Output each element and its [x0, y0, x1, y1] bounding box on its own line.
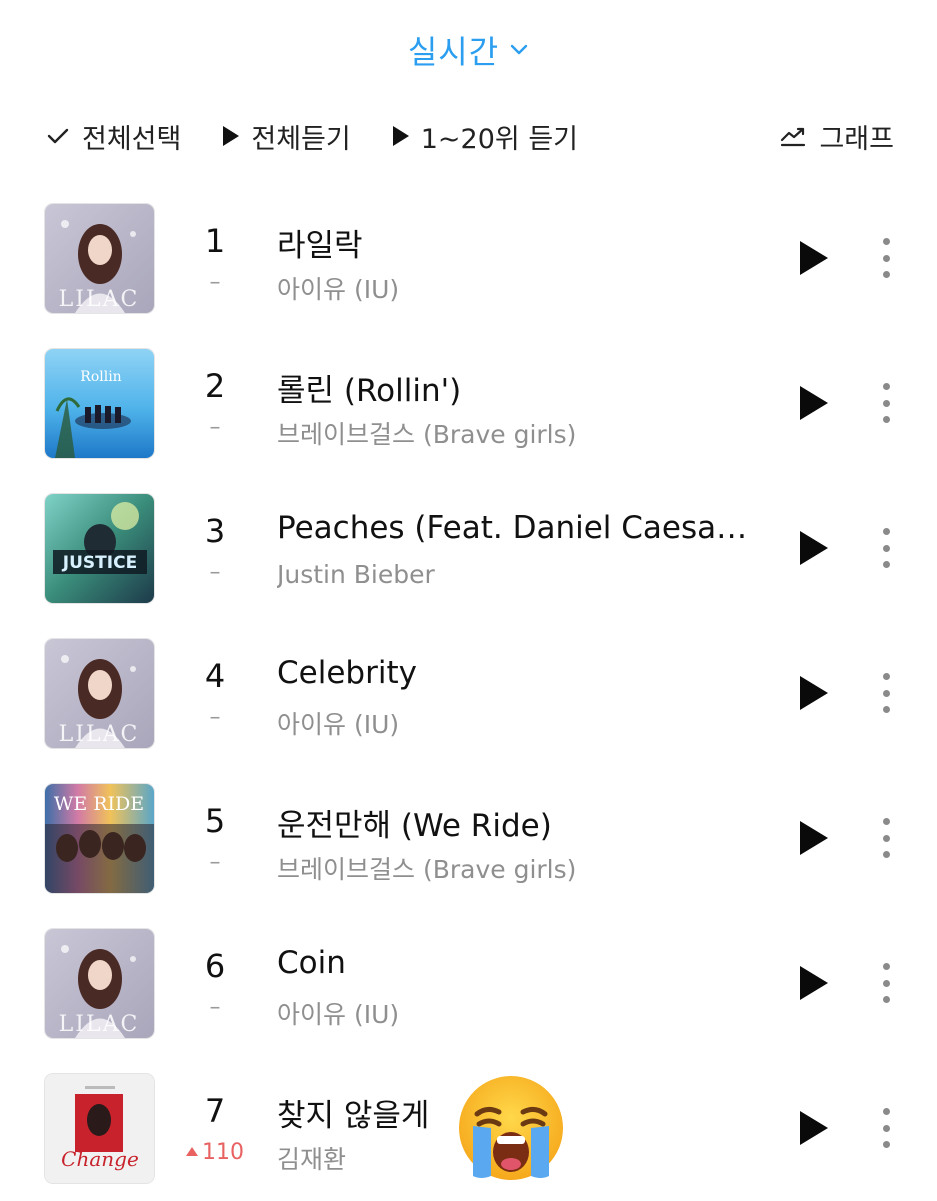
album-art-justice[interactable]: JUSTICE	[45, 494, 154, 603]
play-icon	[392, 126, 409, 146]
play-icon[interactable]	[800, 966, 828, 1000]
rank-change: 110	[180, 1140, 250, 1165]
song-artist[interactable]: Justin Bieber	[277, 560, 757, 589]
album-art-lilac[interactable]: LILAC	[45, 639, 154, 748]
play-icon	[223, 126, 240, 146]
rank-change: –	[209, 705, 221, 730]
album-art-text: JUSTICE	[62, 553, 137, 573]
rank-change: –	[209, 270, 221, 295]
rank-number: 4	[204, 657, 226, 695]
song-title[interactable]: Peaches (Feat. Daniel Caesar…	[277, 510, 757, 546]
rank-number: 1	[204, 222, 226, 260]
song-row[interactable]: LILAC 6 – Coin 아이유 (IU)	[0, 911, 937, 1056]
more-options-icon[interactable]	[872, 238, 900, 278]
select-all-label: 전체선택	[82, 123, 182, 155]
play-icon[interactable]	[800, 386, 828, 420]
song-title[interactable]: 운전만해 (We Ride)	[277, 800, 757, 845]
album-art-text: Change	[61, 1147, 139, 1171]
more-options-icon[interactable]	[872, 528, 900, 568]
rank-number: 2	[204, 367, 226, 405]
chart-type-dropdown[interactable]: 실시간	[408, 27, 529, 73]
song-row[interactable]: JUSTICE 3 – Peaches (Feat. Daniel Caesar…	[0, 476, 937, 621]
more-options-icon[interactable]	[872, 963, 900, 1003]
album-art-lilac[interactable]: LILAC	[45, 204, 154, 313]
rank-number: 5	[204, 802, 226, 840]
rank-number: 7	[204, 1092, 226, 1130]
play-icon[interactable]	[800, 241, 828, 275]
rank-change: –	[209, 850, 221, 875]
chart-header: 실시간	[0, 22, 937, 78]
album-art-we-ride[interactable]: WE RIDE	[45, 784, 154, 893]
song-title[interactable]: 라일락	[277, 220, 757, 265]
play-icon[interactable]	[800, 531, 828, 565]
more-options-icon[interactable]	[872, 818, 900, 858]
play-top20-label: 1~20위 듣기	[420, 123, 579, 155]
play-top20-button[interactable]: 1~20위 듣기	[392, 117, 579, 156]
rank-number: 3	[204, 512, 226, 550]
play-all-label: 전체듣기	[251, 123, 351, 155]
play-icon[interactable]	[800, 821, 828, 855]
rank-change: –	[209, 415, 221, 440]
song-list: LILAC 1 – 라일락 아이유 (IU) Rollin 2 – 롤린 (Ro…	[0, 186, 937, 1201]
select-all-button[interactable]: 전체선택	[46, 117, 181, 156]
check-icon	[47, 128, 69, 144]
rank-number: 6	[204, 947, 226, 985]
song-title[interactable]: Coin	[277, 945, 757, 981]
graph-button[interactable]: 그래프	[779, 117, 894, 156]
album-art-text: LILAC	[59, 287, 140, 312]
rank-change: –	[209, 560, 221, 585]
trend-chart-icon	[781, 127, 806, 147]
album-art-text: WE RIDE	[54, 793, 144, 815]
song-artist[interactable]: 브레이브걸스 (Brave girls)	[277, 415, 757, 451]
more-options-icon[interactable]	[872, 383, 900, 423]
rank-up-icon	[186, 1146, 198, 1156]
play-icon[interactable]	[800, 676, 828, 710]
song-row[interactable]: Rollin 2 – 롤린 (Rollin') 브레이브걸스 (Brave gi…	[0, 331, 937, 476]
more-options-icon[interactable]	[872, 673, 900, 713]
loudly-crying-face-icon	[459, 1076, 563, 1180]
album-art-rollin[interactable]: Rollin	[45, 349, 154, 458]
album-art-text: LILAC	[59, 722, 140, 747]
play-icon[interactable]	[800, 1111, 828, 1145]
graph-label: 그래프	[819, 123, 894, 155]
album-art-change[interactable]: Change	[45, 1074, 154, 1183]
song-title[interactable]: Celebrity	[277, 655, 757, 691]
chart-toolbar: 전체선택 전체듣기 1~20위 듣기 그래프	[46, 108, 894, 164]
rank-change-value: 110	[202, 1140, 244, 1165]
song-title[interactable]: 롤린 (Rollin')	[277, 365, 757, 410]
song-artist[interactable]: 아이유 (IU)	[277, 995, 757, 1031]
song-artist[interactable]: 브레이브걸스 (Brave girls)	[277, 850, 757, 886]
song-row[interactable]: LILAC 4 – Celebrity 아이유 (IU)	[0, 621, 937, 766]
more-options-icon[interactable]	[872, 1108, 900, 1148]
album-art-text: LILAC	[59, 1012, 140, 1037]
chart-type-label: 실시간	[407, 33, 500, 71]
song-row[interactable]: LILAC 1 – 라일락 아이유 (IU)	[0, 186, 937, 331]
album-art-lilac[interactable]: LILAC	[45, 929, 154, 1038]
album-art-text: Rollin	[80, 369, 121, 385]
song-artist[interactable]: 아이유 (IU)	[277, 270, 757, 306]
song-row[interactable]: WE RIDE 5 – 운전만해 (We Ride) 브레이브걸스 (Brave…	[0, 766, 937, 911]
song-artist[interactable]: 아이유 (IU)	[277, 705, 757, 741]
rank-change: –	[209, 995, 221, 1020]
chevron-down-icon	[510, 44, 528, 55]
play-all-button[interactable]: 전체듣기	[223, 117, 351, 156]
